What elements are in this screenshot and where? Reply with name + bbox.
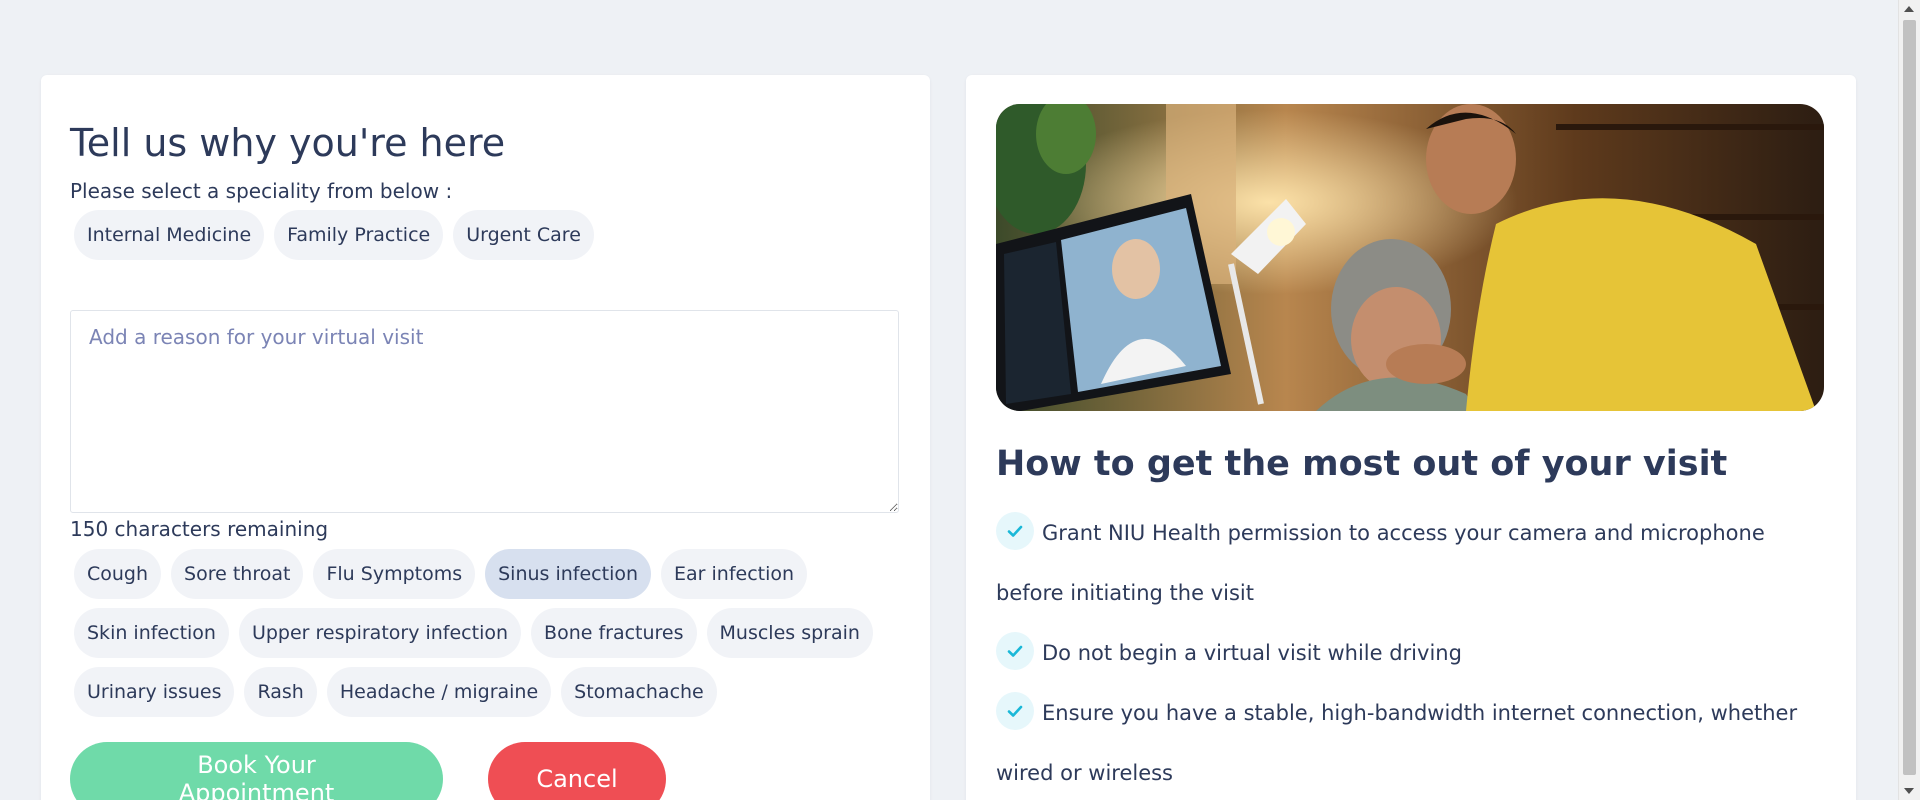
scrollbar-thumb[interactable] <box>1903 20 1916 775</box>
specialty-chip-list: Internal Medicine Family Practice Urgent… <box>70 210 901 260</box>
page: Tell us why you're here Please select a … <box>0 0 1920 800</box>
reason-chip-list: Cough Sore throat Flu Symptoms Sinus inf… <box>70 549 914 717</box>
form-actions: Book Your Appointment Cancel <box>70 742 901 800</box>
reason-chip-sore-throat[interactable]: Sore throat <box>171 549 304 599</box>
check-icon <box>996 692 1034 730</box>
tip-item: Do not begin a virtual visit while drivi… <box>996 623 1826 683</box>
visit-reason-card: Tell us why you're here Please select a … <box>41 75 930 800</box>
reason-chip-stomachache[interactable]: Stomachache <box>561 667 717 717</box>
reason-chip-cough[interactable]: Cough <box>74 549 162 599</box>
tip-item: Grant NIU Health permission to access yo… <box>996 503 1826 623</box>
tip-text: Ensure you have a stable, high-bandwidth… <box>996 701 1798 785</box>
check-icon <box>996 512 1034 550</box>
reason-chip-sinus-infection[interactable]: Sinus infection <box>485 549 652 599</box>
reason-chip-muscles-sprain[interactable]: Muscles sprain <box>706 608 873 658</box>
tip-text: Grant NIU Health permission to access yo… <box>996 521 1765 605</box>
book-appointment-button[interactable]: Book Your Appointment <box>70 742 443 800</box>
telehealth-hero-image <box>996 104 1824 411</box>
reason-chip-upper-respiratory-infection[interactable]: Upper respiratory infection <box>238 608 522 658</box>
reason-chip-urinary-issues[interactable]: Urinary issues <box>74 667 235 717</box>
reason-chip-flu-symptoms[interactable]: Flu Symptoms <box>313 549 476 599</box>
check-icon <box>996 632 1034 670</box>
reason-chip-headache-migraine[interactable]: Headache / migraine <box>326 667 552 717</box>
tips-list: Grant NIU Health permission to access yo… <box>996 503 1826 800</box>
reason-chip-ear-infection[interactable]: Ear infection <box>661 549 808 599</box>
specialty-chip-urgent-care[interactable]: Urgent Care <box>453 210 594 260</box>
specialty-chip-internal-medicine[interactable]: Internal Medicine <box>74 210 265 260</box>
reason-chip-skin-infection[interactable]: Skin infection <box>74 608 229 658</box>
characters-remaining: 150 characters remaining <box>70 517 329 541</box>
page-title: Tell us why you're here <box>70 121 506 165</box>
page-scrollbar[interactable] <box>1898 0 1920 800</box>
tip-item: Ensure you have a stable, high-bandwidth… <box>996 683 1826 800</box>
tip-text: Do not begin a virtual visit while drivi… <box>1042 641 1462 665</box>
scroll-down-arrow-icon[interactable] <box>1904 788 1914 794</box>
specialty-chip-family-practice[interactable]: Family Practice <box>274 210 444 260</box>
visit-reason-input[interactable] <box>70 310 899 513</box>
scroll-up-arrow-icon[interactable] <box>1904 6 1914 12</box>
cancel-button[interactable]: Cancel <box>488 742 666 800</box>
reason-chip-rash[interactable]: Rash <box>244 667 317 717</box>
visit-tips-card: How to get the most out of your visit Gr… <box>966 75 1856 800</box>
tips-title: How to get the most out of your visit <box>996 444 1728 484</box>
reason-chip-bone-fractures[interactable]: Bone fractures <box>531 608 697 658</box>
specialty-prompt: Please select a speciality from below : <box>70 179 453 203</box>
